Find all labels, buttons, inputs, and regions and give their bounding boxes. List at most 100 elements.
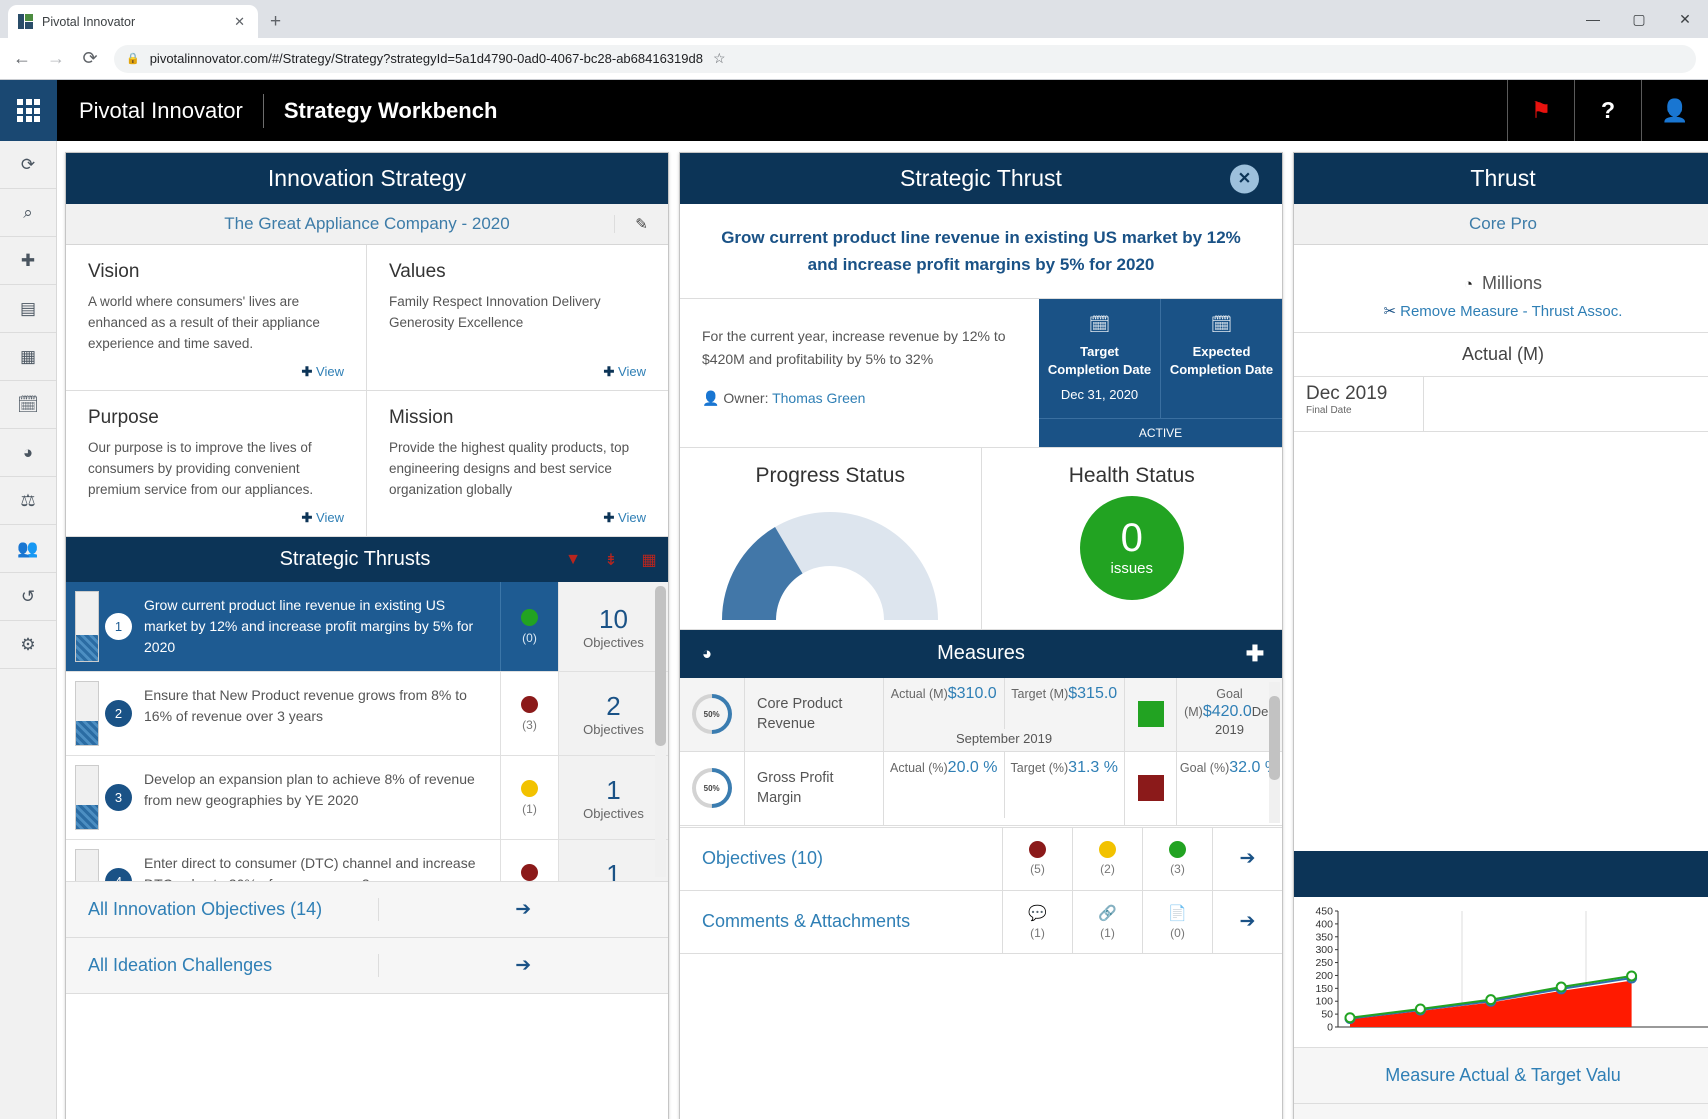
footer-link[interactable]: All Innovation Objectives (14) ➔ <box>66 882 668 938</box>
vision-values-grid: Vision A world where consumers' lives are… <box>66 245 668 537</box>
arrow-right-icon[interactable]: ➔ <box>1212 890 1282 953</box>
table-row[interactable]: 2 Ensure that New Product revenue grows f… <box>66 672 668 756</box>
thrust-owner: 👤 Owner: Thomas Green <box>702 390 1017 407</box>
target-header: Target (M) <box>1011 686 1069 701</box>
minimize-button[interactable]: — <box>1570 11 1616 27</box>
sidebar-item-columns[interactable]: ▤ <box>0 285 56 333</box>
flag-button[interactable]: ⚑ <box>1507 80 1574 141</box>
view-link[interactable]: ✚ View <box>302 510 344 526</box>
pie-chart-icon: ◕ <box>22 442 34 462</box>
measures-scrollbar[interactable] <box>1269 681 1280 823</box>
view-label: View <box>618 510 646 525</box>
status-count: (1) <box>522 801 537 816</box>
address-bar[interactable]: 🔒 pivotalinnovator.com/#/Strategy/Strate… <box>114 44 1696 73</box>
health-label: issues <box>1110 560 1154 578</box>
target-cell: Target (%)31.3 % <box>1003 751 1125 818</box>
view-link[interactable]: ✚ View <box>302 364 344 380</box>
close-icon[interactable]: ✕ <box>231 14 248 30</box>
status-badge: ACTIVE <box>1039 417 1282 447</box>
browser-tab[interactable]: Pivotal Innovator ✕ <box>8 5 258 38</box>
add-measure-button[interactable]: ✚ <box>1228 641 1282 667</box>
objectives-row[interactable]: Objectives (10) (5) (2) (3) ➔ <box>680 827 1282 891</box>
refresh-icon: ⟳ <box>20 154 36 174</box>
forward-icon[interactable]: → <box>46 48 66 69</box>
users-icon: 👥 <box>17 538 39 558</box>
stat-count: (5) <box>1030 862 1045 877</box>
help-button[interactable]: ? <box>1574 80 1641 141</box>
view-link[interactable]: ✚ View <box>604 364 646 380</box>
app-menu-button[interactable] <box>0 80 57 141</box>
filter-icon[interactable]: ▼ <box>554 551 592 569</box>
maximize-button[interactable]: ▢ <box>1616 11 1662 28</box>
summary-rows: Objectives (10) (5) (2) (3) ➔ Comments & Atta… <box>680 827 1282 954</box>
sidebar-item-table[interactable]: ▦ <box>0 333 56 381</box>
view-link[interactable]: ✚ View <box>604 510 646 526</box>
window-close-button[interactable]: ✕ <box>1662 11 1708 28</box>
goal-cell: Goal (M)$420.0Dec 2019 <box>1176 677 1282 751</box>
new-tab-button[interactable]: + <box>270 11 281 33</box>
grid-icon[interactable]: ▦ <box>630 550 668 570</box>
comments-link[interactable]: Comments & Attachments <box>1294 1103 1708 1119</box>
progress-bar <box>75 681 99 746</box>
measure-row[interactable]: 50% Core Product Revenue Actual (M)$310.0 T… <box>680 677 1282 752</box>
user-button[interactable]: 👤 <box>1641 80 1708 141</box>
remove-measure-link[interactable]: ✂ Remove Measure - Thrust Assoc. <box>1294 302 1708 332</box>
chart-link[interactable]: Measure Actual & Target Valu <box>1294 1047 1708 1103</box>
health-status-title: Health Status <box>1068 463 1195 487</box>
sidebar-item-add[interactable]: ✚ <box>0 237 56 285</box>
view-label: View <box>316 510 344 525</box>
back-icon[interactable]: ← <box>12 48 32 69</box>
svg-text:0: 0 <box>1327 1022 1333 1034</box>
sidebar-item-history[interactable]: ↺ <box>0 573 56 621</box>
sidebar-item-search[interactable]: ⌕ <box>0 189 56 237</box>
comments-row[interactable]: Comments & Attachments 💬 (1) 🔗 (1) 📄 (0) ➔ <box>680 890 1282 954</box>
status-dot <box>521 608 538 626</box>
arrow-right-icon[interactable]: ➔ <box>1212 827 1282 890</box>
edit-icon[interactable]: ✎ <box>614 215 668 233</box>
table-row[interactable]: 1 Grow current product line revenue in ex… <box>66 582 668 672</box>
table-row[interactable]: 4 Enter direct to consumer (DTC) channel … <box>66 840 668 881</box>
cell-heading: Purpose <box>88 407 159 428</box>
date-label: Target Completion Date <box>1047 344 1152 378</box>
remove-measure-label: Remove Measure - Thrust Assoc. <box>1400 303 1623 320</box>
thrusts-scrollbar[interactable] <box>655 586 666 877</box>
gauge-icon: ◔ <box>1463 276 1474 293</box>
summary-stat: 💬 (1) <box>1002 890 1072 953</box>
brand-area: Pivotal Innovator Strategy Workbench <box>57 80 1507 141</box>
sidebar-item-settings[interactable]: ⚙ <box>0 621 56 669</box>
cell-heading: Vision <box>88 261 140 282</box>
sidebar-item-calendar-check[interactable]: 🗓 <box>0 381 56 429</box>
target-value: 31.3 % <box>1068 758 1118 776</box>
table-row[interactable]: 3 Develop an expansion plan to achieve 8%… <box>66 756 668 840</box>
page-title: Strategy Workbench <box>283 97 498 123</box>
arrow-right-icon[interactable]: ➔ <box>377 954 669 977</box>
measure-chart: 0 50 100 150 200 250 300 350 400 450 <box>1294 897 1708 1047</box>
stat-count: (0) <box>1170 925 1185 940</box>
reload-icon[interactable]: ⟳ <box>80 48 100 69</box>
balance-scale-icon: ⚖ <box>20 490 36 510</box>
status-count: (0) <box>522 630 537 645</box>
main-content: Innovation Strategy The Great Appliance … <box>57 141 1708 1119</box>
owner-name[interactable]: Thomas Green <box>772 390 865 406</box>
sidebar-item-users[interactable]: 👥 <box>0 525 56 573</box>
progress-status-cell: Progress Status <box>680 448 981 629</box>
browser-toolbar: ← → ⟳ 🔒 pivotalinnovator.com/#/Strategy/… <box>0 38 1708 80</box>
actual-value: $310.0 <box>947 684 997 702</box>
summary-label: Objectives (10) <box>702 848 824 869</box>
footer-link[interactable]: All Ideation Challenges ➔ <box>66 938 668 994</box>
measure-row[interactable]: 50% Gross Profit Margin Actual (%)20.0 % Ta… <box>680 751 1282 826</box>
sort-icon[interactable]: ⇟ <box>592 550 630 570</box>
sidebar: ⟳ ⌕ ✚ ▤ ▦ 🗓 ◕ ⚖ 👥 ↺ ⚙ <box>0 141 57 1119</box>
final-date-month: Dec 2019 <box>1306 383 1388 404</box>
actual-header: Actual (%) <box>890 760 948 775</box>
close-icon[interactable]: ✕ <box>1230 164 1259 193</box>
progress-bar <box>75 765 99 830</box>
grid-menu-icon <box>17 99 40 122</box>
sidebar-item-refresh[interactable]: ⟳ <box>0 141 56 189</box>
sidebar-item-balance-scale[interactable]: ⚖ <box>0 477 56 525</box>
pie-chart-icon[interactable]: ◕ <box>680 644 734 664</box>
strategic-thrust-title: Strategic Thrust <box>900 165 1062 191</box>
arrow-right-icon[interactable]: ➔ <box>377 898 669 921</box>
sidebar-item-pie-chart[interactable]: ◕ <box>0 429 56 477</box>
bookmark-star-icon[interactable]: ☆ <box>713 50 726 67</box>
